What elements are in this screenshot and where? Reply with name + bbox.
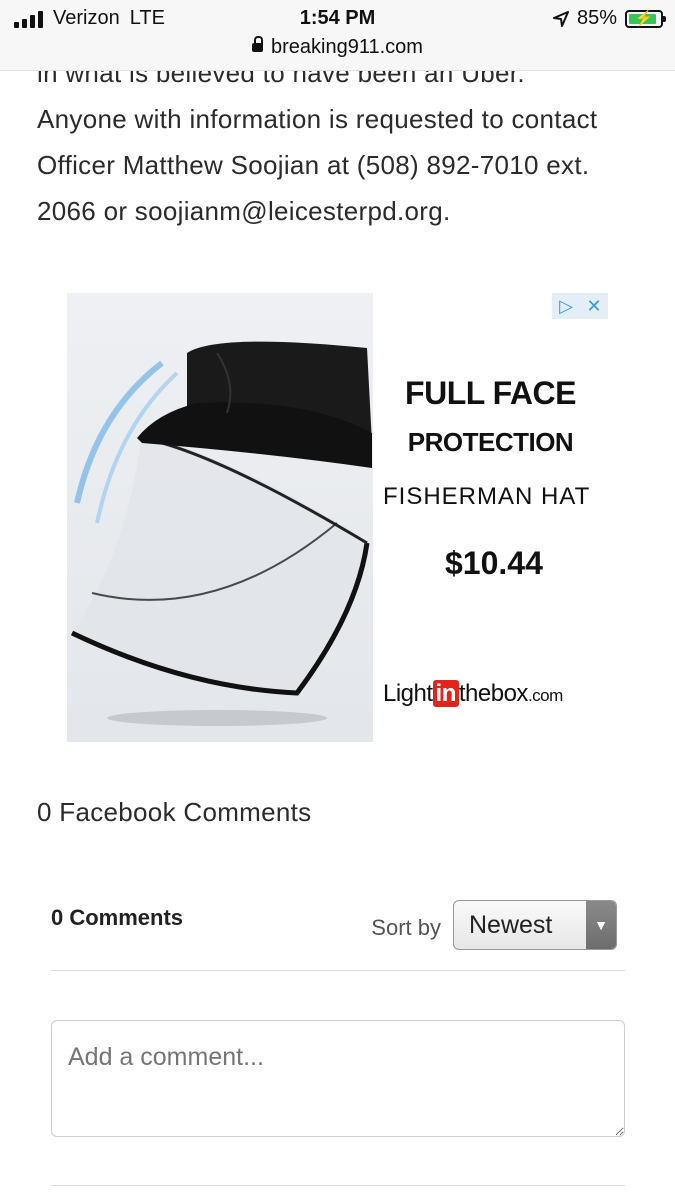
- lock-icon: [252, 36, 264, 52]
- comments-count: 0 Comments: [51, 905, 184, 930]
- ad-price: $10.44: [445, 545, 543, 581]
- chevron-down-icon: ▼: [586, 901, 616, 949]
- brand-thebox: thebox: [458, 680, 529, 707]
- article-body: in what is believed to have been an Uber…: [37, 50, 647, 234]
- brand-light: Light: [383, 680, 433, 707]
- advertisement[interactable]: ▷ ✕ FULL FACE PROTECTION FISHERMAN HAT $…: [67, 293, 608, 742]
- ad-brand-logo: Light in thebox.com: [383, 680, 563, 708]
- url-text: breaking911.com: [271, 36, 423, 58]
- battery-percent: 85%: [576, 7, 617, 29]
- sort-value: Newest: [469, 910, 553, 939]
- ad-headline: FULL FACE: [405, 375, 576, 411]
- article-paragraph: Anyone with information is requested to …: [37, 104, 598, 226]
- battery-charging-icon: ⚡: [625, 9, 666, 28]
- comment-input[interactable]: [51, 1020, 625, 1137]
- comments-header: 0 Comments Sort by Newest ▼: [51, 900, 625, 971]
- sort-label: Sort by: [371, 915, 441, 940]
- brand-in: in: [432, 680, 459, 707]
- ad-copy[interactable]: FULL FACE PROTECTION FISHERMAN HAT $10.4…: [373, 293, 608, 742]
- divider: [51, 1185, 625, 1186]
- ad-product-name: FISHERMAN HAT: [383, 483, 591, 510]
- ad-subheadline: PROTECTION: [407, 427, 574, 457]
- status-right: 85% ⚡: [552, 7, 666, 30]
- address-bar[interactable]: breaking911.com: [0, 36, 675, 59]
- hat-illustration: [67, 293, 373, 742]
- facebook-comments-count: 0 Facebook Comments: [37, 797, 312, 827]
- brand-com: .com: [527, 686, 563, 705]
- sort-dropdown[interactable]: Newest ▼: [453, 900, 617, 950]
- location-arrow-icon: [552, 10, 569, 27]
- ad-product-image[interactable]: [67, 293, 373, 742]
- status-bar: Verizon LTE 1:54 PM 85% ⚡ breaking911.co…: [0, 0, 675, 71]
